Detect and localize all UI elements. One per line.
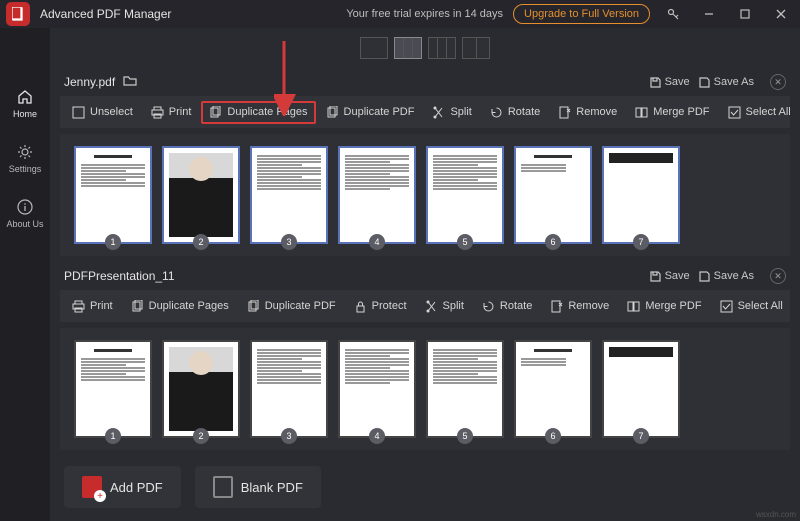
blank-pdf-button[interactable]: Blank PDF [195, 466, 321, 508]
duplicate-pdf-button[interactable]: Duplicate PDF [318, 101, 423, 124]
page-badge: 4 [369, 234, 385, 250]
view-mode-bar [50, 28, 800, 68]
close-doc-button[interactable]: ✕ [770, 268, 786, 284]
minimize-icon[interactable] [696, 1, 722, 27]
titlebar: Advanced PDF Manager Your free trial exp… [0, 0, 800, 28]
page-thumb[interactable]: 5 [426, 146, 504, 244]
page-badge: 5 [457, 234, 473, 250]
sidebar-item-settings[interactable]: Settings [9, 143, 42, 174]
duplicate-pages-button[interactable]: Duplicate Pages [123, 295, 237, 318]
page-badge: 4 [369, 428, 385, 444]
merge-button[interactable]: Merge PDF [627, 101, 717, 124]
app-title: Advanced PDF Manager [40, 7, 171, 21]
page-badge: 3 [281, 234, 297, 250]
page-thumb[interactable]: 4 [338, 340, 416, 438]
duplicate-pages-button[interactable]: Duplicate Pages [201, 101, 315, 124]
main: Jenny.pdf Save Save As ✕ Unselect Print … [50, 28, 800, 521]
rotate-button[interactable]: Rotate [474, 295, 540, 318]
rotate-button[interactable]: Rotate [482, 101, 548, 124]
page-thumb[interactable]: 1 [74, 146, 152, 244]
maximize-icon[interactable] [732, 1, 758, 27]
view-mode-1[interactable] [360, 37, 388, 59]
selectall-button[interactable]: Select All [720, 101, 799, 124]
merge-button[interactable]: Merge PDF [619, 295, 709, 318]
trial-text: Your free trial expires in 14 days [346, 8, 503, 20]
sidebar: Home Settings About Us [0, 28, 50, 521]
page-badge: 7 [633, 428, 649, 444]
protect-button[interactable]: Protect [346, 295, 415, 318]
saveas-button[interactable]: Save As [698, 76, 754, 88]
info-icon [16, 198, 34, 216]
saveas-button[interactable]: Save As [698, 270, 754, 282]
save-button[interactable]: Save [649, 76, 690, 88]
doc-name: PDFPresentation_11 [64, 269, 175, 283]
remove-button[interactable]: Remove [542, 295, 617, 318]
folder-icon[interactable] [123, 75, 137, 90]
page-badge: 2 [193, 234, 209, 250]
save-button[interactable]: Save [649, 270, 690, 282]
page-badge: 5 [457, 428, 473, 444]
doc-name: Jenny.pdf [64, 75, 115, 89]
page-thumb[interactable]: 1 [74, 340, 152, 438]
page-thumb[interactable]: 7 [602, 340, 680, 438]
page-thumb[interactable]: 7 [602, 146, 680, 244]
page-badge: 2 [193, 428, 209, 444]
page-badge: 7 [633, 234, 649, 250]
unselect-button[interactable]: Unselect [64, 101, 141, 124]
document-2: PDFPresentation_11 Save Save As ✕ Print … [50, 262, 800, 456]
split-button[interactable]: Split [424, 101, 479, 124]
print-button[interactable]: Print [143, 101, 200, 124]
page-thumb[interactable]: 6 [514, 340, 592, 438]
page-thumb[interactable]: 3 [250, 340, 328, 438]
page-badge: 6 [545, 428, 561, 444]
page-thumb[interactable]: 2 [162, 146, 240, 244]
app-logo [6, 2, 30, 26]
page-badge: 1 [105, 428, 121, 444]
key-icon[interactable] [660, 1, 686, 27]
view-mode-2[interactable] [394, 37, 422, 59]
sidebar-label: Settings [9, 164, 42, 174]
page-thumb[interactable]: 3 [250, 146, 328, 244]
doc1-toolbar: Unselect Print Duplicate Pages Duplicate… [60, 96, 790, 128]
bottom-actions: Add PDF Blank PDF [50, 456, 800, 518]
remove-button[interactable]: Remove [550, 101, 625, 124]
doc2-toolbar: Print Duplicate Pages Duplicate PDF Prot… [60, 290, 790, 322]
sidebar-label: About Us [6, 219, 43, 229]
close-icon[interactable] [768, 1, 794, 27]
print-button[interactable]: Print [64, 295, 121, 318]
blank-pdf-icon [213, 476, 233, 498]
doc2-thumbs: 1 2 3 4 5 6 7 [60, 328, 790, 450]
view-mode-4[interactable] [462, 37, 490, 59]
upgrade-button[interactable]: Upgrade to Full Version [513, 4, 650, 24]
home-icon [16, 88, 34, 106]
add-pdf-icon [82, 476, 102, 498]
page-thumb[interactable]: 2 [162, 340, 240, 438]
view-mode-3[interactable] [428, 37, 456, 59]
gear-icon [16, 143, 34, 161]
split-button[interactable]: Split [417, 295, 472, 318]
sidebar-label: Home [13, 109, 37, 119]
selectall-button[interactable]: Select All [712, 295, 791, 318]
more-button[interactable]: • [793, 295, 800, 317]
document-1: Jenny.pdf Save Save As ✕ Unselect Print … [50, 68, 800, 262]
doc1-thumbs: 1 2 3 4 5 6 7 [60, 134, 790, 256]
page-thumb[interactable]: 4 [338, 146, 416, 244]
page-thumb[interactable]: 6 [514, 146, 592, 244]
sidebar-item-about[interactable]: About Us [6, 198, 43, 229]
duplicate-pdf-button[interactable]: Duplicate PDF [239, 295, 344, 318]
add-pdf-button[interactable]: Add PDF [64, 466, 181, 508]
close-doc-button[interactable]: ✕ [770, 74, 786, 90]
page-thumb[interactable]: 5 [426, 340, 504, 438]
page-badge: 6 [545, 234, 561, 250]
page-badge: 3 [281, 428, 297, 444]
page-badge: 1 [105, 234, 121, 250]
watermark: wsxdn.com [756, 510, 796, 519]
sidebar-item-home[interactable]: Home [13, 88, 37, 119]
